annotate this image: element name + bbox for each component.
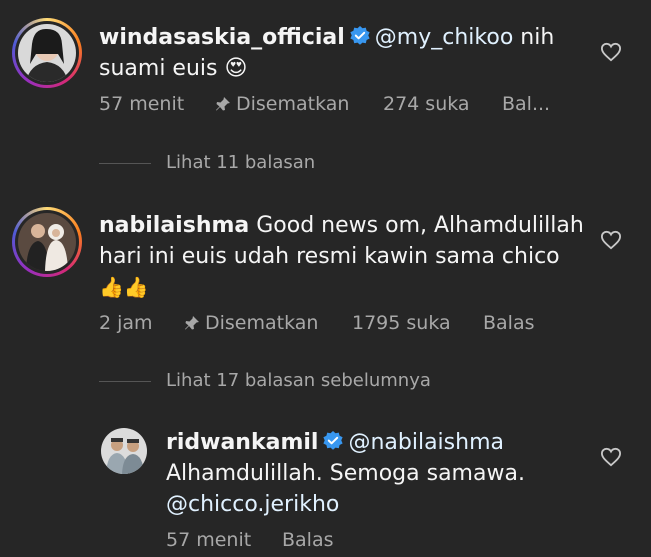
comment-meta-row: 2 jam Disematkan 1795 suka Balas bbox=[99, 312, 599, 336]
like-count[interactable]: 274 suka bbox=[383, 93, 470, 115]
pin-icon bbox=[183, 314, 201, 337]
comment-username[interactable]: windasaskia_official bbox=[99, 25, 345, 50]
avatar-ridwankamil[interactable] bbox=[101, 428, 147, 474]
comment-emoji: 😍 bbox=[224, 56, 248, 81]
comment-username[interactable]: nabilaishma bbox=[99, 213, 249, 238]
divider-line bbox=[99, 163, 151, 164]
comment-emoji: 👍👍 bbox=[99, 275, 149, 299]
comment-text: nih bbox=[513, 25, 555, 50]
reply-mention[interactable]: @nabilaishma bbox=[348, 430, 504, 455]
reply-username[interactable]: ridwankamil bbox=[166, 430, 318, 455]
comment-time: 2 jam bbox=[99, 312, 153, 334]
reply-button[interactable]: Balas bbox=[483, 312, 535, 334]
reply-text-line2: Alhamdulillah. Semoga samawa. bbox=[166, 461, 525, 486]
avatar-windasaskia[interactable] bbox=[12, 18, 82, 88]
view-replies-button[interactable]: Lihat 11 balasan bbox=[166, 152, 315, 173]
verified-badge-icon bbox=[322, 430, 344, 452]
comment-meta-row: 57 menit Disematkan 274 suka Bal... bbox=[99, 93, 599, 117]
reply-mention-2[interactable]: @chicco.jerikho bbox=[166, 492, 339, 517]
pinned-label: Disematkan bbox=[236, 93, 350, 115]
verified-badge-icon bbox=[349, 25, 371, 47]
comment-mention[interactable]: @my_chikoo bbox=[375, 25, 513, 50]
view-previous-replies-button[interactable]: Lihat 17 balasan sebelumnya bbox=[166, 370, 431, 391]
comment-text-line2: suami euis bbox=[99, 56, 225, 81]
avatar-nabilaishma[interactable] bbox=[12, 207, 82, 277]
comment-time: 57 menit bbox=[99, 93, 185, 115]
comment-text: Good news om, Alhamdulillah bbox=[249, 213, 584, 238]
heart-outline-icon[interactable] bbox=[600, 447, 622, 467]
pin-icon bbox=[214, 95, 232, 118]
reply-button[interactable]: Bal... bbox=[502, 93, 550, 115]
reply-button[interactable]: Balas bbox=[282, 529, 334, 551]
heart-outline-icon[interactable] bbox=[600, 230, 622, 250]
reply-meta-row: 57 menit Balas bbox=[166, 529, 566, 553]
heart-outline-icon[interactable] bbox=[600, 42, 622, 62]
pinned-label: Disematkan bbox=[205, 312, 319, 334]
like-count[interactable]: 1795 suka bbox=[352, 312, 451, 334]
comment-text-line2: hari ini euis udah resmi kawin sama chic… bbox=[99, 244, 560, 269]
divider-line bbox=[99, 381, 151, 382]
reply-time: 57 menit bbox=[166, 529, 252, 551]
